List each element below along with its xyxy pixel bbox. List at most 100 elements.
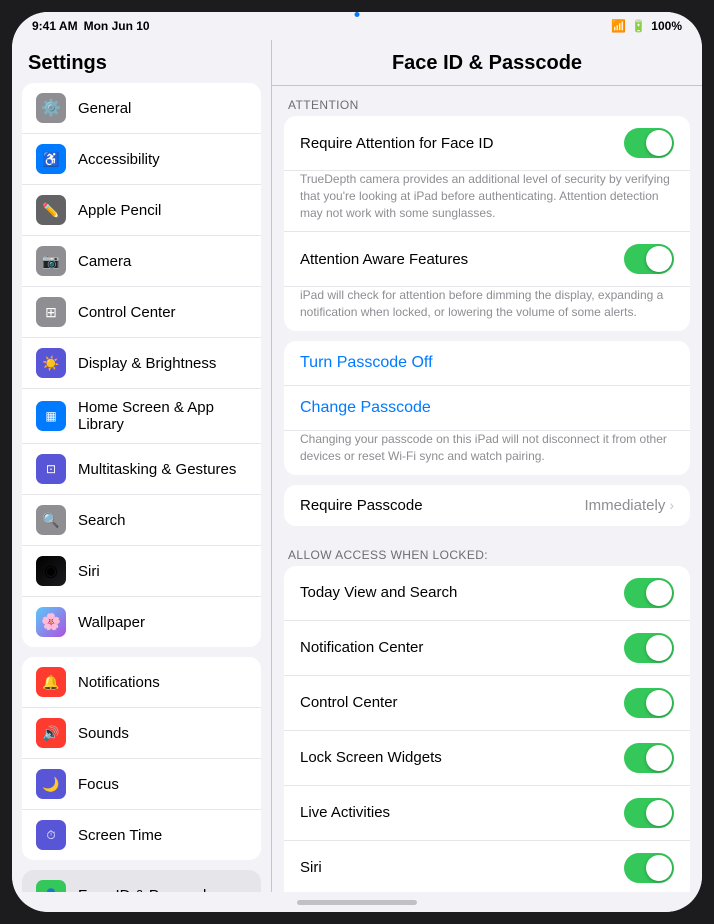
multitasking-label: Multitasking & Gestures — [78, 461, 236, 478]
sidebar-item-notifications[interactable]: 🔔 Notifications — [22, 657, 261, 708]
sidebar-item-siri[interactable]: ◉ Siri — [22, 546, 261, 597]
today-view-row[interactable]: Today View and Search — [284, 566, 690, 621]
notification-center-row[interactable]: Notification Center — [284, 621, 690, 676]
notification-center-toggle[interactable] — [624, 633, 674, 663]
notifications-icon: 🔔 — [36, 667, 66, 697]
sidebar-item-camera[interactable]: 📷 Camera — [22, 236, 261, 287]
attention-aware-toggle[interactable] — [624, 244, 674, 274]
attention-section-label: ATTENTION — [272, 86, 702, 116]
sidebar-group-1: ⚙️ General ♿ Accessibility ✏️ Apple Penc… — [22, 83, 261, 647]
siri-label: Siri — [78, 563, 100, 580]
attention-aware-label: Attention Aware Features — [300, 251, 468, 268]
multitasking-icon: ⊡ — [36, 454, 66, 484]
sidebar-item-accessibility[interactable]: ♿ Accessibility — [22, 134, 261, 185]
sidebar-item-focus[interactable]: 🌙 Focus — [22, 759, 261, 810]
today-view-label: Today View and Search — [300, 584, 457, 601]
require-passcode-value: Immediately › — [584, 497, 674, 514]
sidebar: Settings ⚙️ General ♿ Accessibility ✏️ A… — [12, 40, 272, 892]
attention-aware-row[interactable]: Attention Aware Features — [284, 232, 690, 287]
sidebar-item-wallpaper[interactable]: 🌸 Wallpaper — [22, 597, 261, 647]
notification-center-label: Notification Center — [300, 639, 423, 656]
focus-icon: 🌙 — [36, 769, 66, 799]
require-attention-label: Require Attention for Face ID — [300, 135, 493, 152]
sidebar-item-multitasking[interactable]: ⊡ Multitasking & Gestures — [22, 444, 261, 495]
live-activities-row[interactable]: Live Activities — [284, 786, 690, 841]
sidebar-item-display-brightness[interactable]: ☀️ Display & Brightness — [22, 338, 261, 389]
today-view-toggle[interactable] — [624, 578, 674, 608]
allow-access-card: Today View and Search Notification Cente… — [284, 566, 690, 892]
search-label: Search — [78, 512, 126, 529]
home-bar — [297, 900, 417, 905]
home-screen-icon: ▦ — [36, 401, 66, 431]
require-passcode-chevron: › — [669, 497, 674, 513]
main-area: Settings ⚙️ General ♿ Accessibility ✏️ A… — [12, 40, 702, 892]
camera-label: Camera — [78, 253, 131, 270]
sidebar-item-apple-pencil[interactable]: ✏️ Apple Pencil — [22, 185, 261, 236]
sidebar-item-screen-time[interactable]: ⏱ Screen Time — [22, 810, 261, 860]
attention-aware-note: iPad will check for attention before dim… — [284, 287, 690, 331]
require-attention-note: TrueDepth camera provides an additional … — [284, 171, 690, 232]
sidebar-item-search[interactable]: 🔍 Search — [22, 495, 261, 546]
siri-lock-toggle[interactable] — [624, 853, 674, 883]
sidebar-item-sounds[interactable]: 🔊 Sounds — [22, 708, 261, 759]
notifications-label: Notifications — [78, 674, 160, 691]
apple-pencil-icon: ✏️ — [36, 195, 66, 225]
battery-level: 100% — [651, 19, 682, 33]
change-passcode-note: Changing your passcode on this iPad will… — [284, 431, 690, 475]
wifi-icon: 📶 — [611, 19, 626, 33]
passcode-links-card: Turn Passcode Off Change Passcode Changi… — [284, 341, 690, 475]
lock-screen-widgets-toggle[interactable] — [624, 743, 674, 773]
sidebar-group-2: 🔔 Notifications 🔊 Sounds 🌙 Focus ⏱ Scree… — [22, 657, 261, 860]
turn-passcode-off-link[interactable]: Turn Passcode Off — [284, 341, 690, 386]
sidebar-item-face-id[interactable]: 👤 Face ID & Passcode — [22, 870, 261, 892]
sidebar-group-3: 👤 Face ID & Passcode ✋ Privacy & Securit… — [22, 870, 261, 892]
require-attention-toggle[interactable] — [624, 128, 674, 158]
control-center-lock-toggle[interactable] — [624, 688, 674, 718]
control-center-lock-label: Control Center — [300, 694, 398, 711]
camera-icon: 📷 — [36, 246, 66, 276]
accessibility-icon: ♿ — [36, 144, 66, 174]
battery-icon: 🔋 — [631, 19, 646, 33]
wallpaper-label: Wallpaper — [78, 614, 145, 631]
sidebar-item-control-center[interactable]: ⊞ Control Center — [22, 287, 261, 338]
screen-time-icon: ⏱ — [36, 820, 66, 850]
require-passcode-card: Require Passcode Immediately › — [284, 485, 690, 526]
require-passcode-row[interactable]: Require Passcode Immediately › — [284, 485, 690, 526]
camera-dot — [355, 12, 360, 17]
require-passcode-label: Require Passcode — [300, 497, 423, 514]
sounds-label: Sounds — [78, 725, 129, 742]
change-passcode-link[interactable]: Change Passcode — [284, 386, 690, 431]
screen-time-label: Screen Time — [78, 827, 162, 844]
status-date: Mon Jun 10 — [84, 19, 150, 33]
general-icon: ⚙️ — [36, 93, 66, 123]
general-label: General — [78, 100, 131, 117]
live-activities-toggle[interactable] — [624, 798, 674, 828]
control-center-icon: ⊞ — [36, 297, 66, 327]
status-time: 9:41 AM — [32, 19, 78, 33]
status-left: 9:41 AM Mon Jun 10 — [32, 19, 150, 33]
display-label: Display & Brightness — [78, 355, 216, 372]
siri-lock-label: Siri — [300, 859, 322, 876]
require-attention-row[interactable]: Require Attention for Face ID — [284, 116, 690, 171]
sounds-icon: 🔊 — [36, 718, 66, 748]
content-title: Face ID & Passcode — [272, 40, 702, 86]
home-indicator — [12, 892, 702, 912]
control-center-label: Control Center — [78, 304, 176, 321]
allow-access-section-label: ALLOW ACCESS WHEN LOCKED: — [272, 536, 702, 566]
siri-icon: ◉ — [36, 556, 66, 586]
home-screen-label: Home Screen & App Library — [78, 399, 247, 433]
lock-screen-widgets-row[interactable]: Lock Screen Widgets — [284, 731, 690, 786]
sidebar-title: Settings — [12, 40, 271, 83]
control-center-lock-row[interactable]: Control Center — [284, 676, 690, 731]
status-right: 📶 🔋 100% — [611, 19, 682, 33]
require-passcode-current: Immediately — [584, 497, 665, 514]
device-frame: 9:41 AM Mon Jun 10 📶 🔋 100% Settings ⚙️ … — [12, 12, 702, 912]
siri-lock-row[interactable]: Siri — [284, 841, 690, 892]
sidebar-item-home-screen[interactable]: ▦ Home Screen & App Library — [22, 389, 261, 444]
sidebar-item-general[interactable]: ⚙️ General — [22, 83, 261, 134]
focus-label: Focus — [78, 776, 119, 793]
search-icon: 🔍 — [36, 505, 66, 535]
apple-pencil-label: Apple Pencil — [78, 202, 161, 219]
wallpaper-icon: 🌸 — [36, 607, 66, 637]
accessibility-label: Accessibility — [78, 151, 160, 168]
